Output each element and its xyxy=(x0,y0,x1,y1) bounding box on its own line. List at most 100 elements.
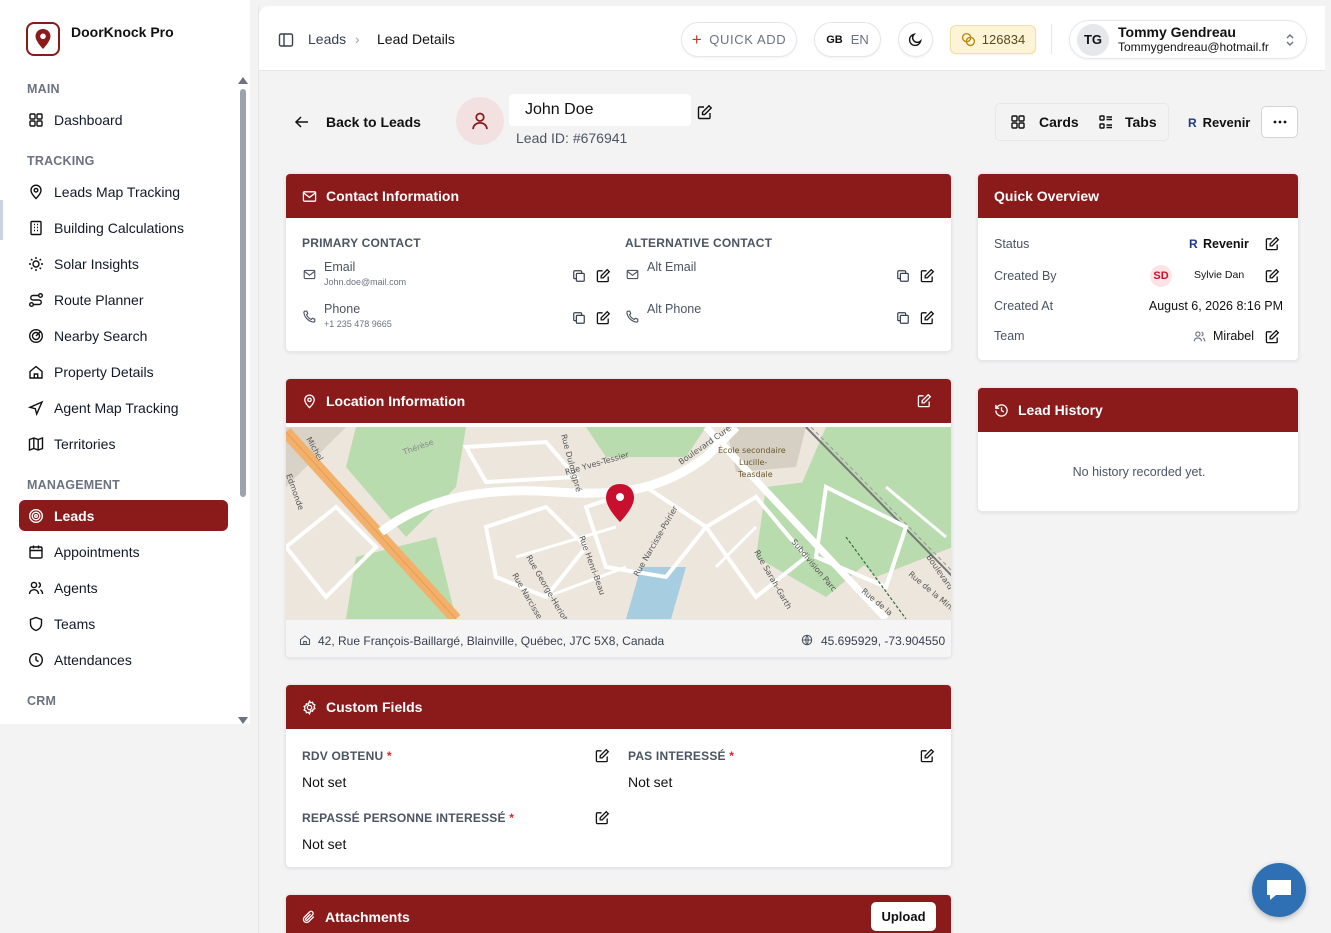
more-horizontal-icon xyxy=(1273,120,1287,124)
custom-field-value: Not set xyxy=(628,774,673,790)
lead-name-field[interactable]: John Doe xyxy=(509,94,691,126)
scroll-down-arrow[interactable] xyxy=(238,717,248,724)
card-title: Lead History xyxy=(1018,402,1103,418)
moon-icon xyxy=(908,32,923,47)
location-map[interactable]: Michel Edmonde Thérèse Rue Dulongpré Rue… xyxy=(286,427,951,619)
sidebar-item-nearby-search[interactable]: Nearby Search xyxy=(19,320,228,351)
app-name: DoorKnock Pro xyxy=(71,24,174,40)
breadcrumb-leads[interactable]: Leads xyxy=(308,31,346,47)
user-menu[interactable]: TG Tommy Gendreau Tommygendreau@hotmail.… xyxy=(1069,20,1307,59)
back-arrow-icon[interactable] xyxy=(294,114,310,130)
language-selector[interactable]: GB EN xyxy=(814,22,881,57)
phone-icon xyxy=(626,310,639,323)
edit-location-icon[interactable] xyxy=(917,393,932,408)
quick-add-button[interactable]: + QUICK ADD xyxy=(681,22,797,57)
view-tabs-button[interactable]: Tabs xyxy=(1098,114,1157,130)
copy-alt-email-icon[interactable] xyxy=(895,268,911,284)
copy-alt-phone-icon[interactable] xyxy=(895,310,911,326)
lead-avatar xyxy=(456,97,504,145)
edit-alt-email-icon[interactable] xyxy=(919,267,935,283)
sidebar-item-appointments[interactable]: Appointments xyxy=(19,536,228,567)
sidebar-item-leads-map-tracking[interactable]: Leads Map Tracking xyxy=(19,176,228,207)
chat-bubble-icon xyxy=(1264,877,1294,903)
theme-toggle-button[interactable] xyxy=(898,22,933,57)
phone-icon xyxy=(303,310,316,323)
edit-name-icon[interactable] xyxy=(697,104,713,120)
sidebar-item-label: Building Calculations xyxy=(54,219,184,236)
language-label: EN xyxy=(850,32,869,47)
edit-rdv-obtenu-icon[interactable] xyxy=(594,747,610,763)
sidebar-item-solar-insights[interactable]: Solar Insights xyxy=(19,248,228,279)
custom-field-label: PAS INTERESSÉ * xyxy=(628,749,735,763)
sidebar-item-label: Solar Insights xyxy=(54,255,139,272)
email-value[interactable]: John.doe@mail.com xyxy=(324,277,406,287)
contact-information-card: Contact Information PRIMARY CONTACT ALTE… xyxy=(285,173,952,352)
edit-created-by-icon[interactable] xyxy=(1264,267,1280,283)
target-icon xyxy=(27,507,45,525)
home-icon xyxy=(299,634,311,646)
view-cards-button[interactable]: Cards xyxy=(1010,114,1079,130)
quick-add-label: QUICK ADD xyxy=(709,32,787,47)
primary-contact-heading: PRIMARY CONTACT xyxy=(302,236,421,250)
sidebar-item-agents[interactable]: Agents xyxy=(19,572,228,603)
shield-icon xyxy=(27,615,45,633)
card-header: Custom Fields xyxy=(286,685,951,729)
back-to-leads-link[interactable]: Back to Leads xyxy=(326,114,421,130)
sidebar-item-attendances[interactable]: Attendances xyxy=(19,644,228,675)
status-badge[interactable]: R Revenir xyxy=(1188,115,1250,130)
section-crm: CRM xyxy=(27,694,57,708)
copy-phone-icon[interactable] xyxy=(571,310,587,326)
breadcrumb-lead-details: Lead Details xyxy=(377,31,455,47)
globe-icon xyxy=(801,634,813,646)
users-icon xyxy=(1193,330,1206,343)
sidebar-item-label: Teams xyxy=(54,615,96,632)
created-by-value: Sylvie Dan xyxy=(1194,269,1245,281)
sidebar-item-teams[interactable]: Teams xyxy=(19,608,228,639)
phone-label: Phone xyxy=(324,302,361,316)
card-title: Attachments xyxy=(325,909,410,925)
edit-team-icon[interactable] xyxy=(1264,328,1280,344)
upload-button[interactable]: Upload xyxy=(871,902,936,931)
section-management: MANAGEMENT xyxy=(27,478,120,492)
creator-avatar: SD xyxy=(1150,265,1172,287)
scroll-up-arrow[interactable] xyxy=(238,77,248,84)
sidebar-item-territories[interactable]: Territories xyxy=(19,428,228,459)
sidebar-toggle-icon[interactable] xyxy=(278,32,294,48)
card-header: Contact Information xyxy=(286,174,951,218)
sidebar-item-route-planner[interactable]: Route Planner xyxy=(19,284,228,315)
more-options-button[interactable] xyxy=(1261,106,1298,138)
sidebar-item-label: Attendances xyxy=(54,651,132,668)
credits-badge[interactable]: 126834 xyxy=(950,25,1036,54)
sidebar-item-agent-map-tracking[interactable]: Agent Map Tracking xyxy=(19,392,228,423)
phone-value[interactable]: +1 235 478 9665 xyxy=(324,319,392,329)
user-email: Tommygendreau@hotmail.fr xyxy=(1118,39,1269,54)
edit-status-icon[interactable] xyxy=(1264,235,1280,251)
mail-icon xyxy=(302,189,317,204)
sidebar-item-dashboard[interactable]: Dashboard xyxy=(19,104,228,135)
logo-map-pin-icon xyxy=(26,22,60,56)
edit-email-icon[interactable] xyxy=(595,267,611,283)
chat-button[interactable] xyxy=(1252,863,1306,917)
view-tabs-label: Tabs xyxy=(1125,114,1157,130)
coordinates-text: 45.695929, -73.904550 xyxy=(821,634,946,648)
edit-alt-phone-icon[interactable] xyxy=(919,309,935,325)
route-icon xyxy=(27,291,45,309)
edit-pas-interesse-icon[interactable] xyxy=(919,747,935,763)
credits-count: 126834 xyxy=(981,32,1026,47)
map-label: École secondaire xyxy=(718,444,786,455)
custom-field-value: Not set xyxy=(302,774,347,790)
navigation-icon xyxy=(27,399,45,417)
sidebar-scroll-thumb[interactable] xyxy=(240,89,246,497)
lead-history-card: Lead History No history recorded yet. xyxy=(977,387,1299,512)
alt-email-label: Alt Email xyxy=(647,260,697,274)
sidebar-item-property-details[interactable]: Property Details xyxy=(19,356,228,387)
sidebar-item-building-calculations[interactable]: Building Calculations xyxy=(19,212,228,243)
sidebar-item-label: Property Details xyxy=(54,363,154,380)
brand[interactable]: DoorKnock Pro xyxy=(26,22,174,56)
location-information-card: Location Information Michel Edmonde Thér… xyxy=(285,378,952,658)
card-header: Location Information xyxy=(286,379,951,423)
sidebar-item-leads[interactable]: Leads xyxy=(19,500,228,531)
edit-repasse-icon[interactable] xyxy=(594,809,610,825)
copy-email-icon[interactable] xyxy=(571,268,587,284)
edit-phone-icon[interactable] xyxy=(595,309,611,325)
